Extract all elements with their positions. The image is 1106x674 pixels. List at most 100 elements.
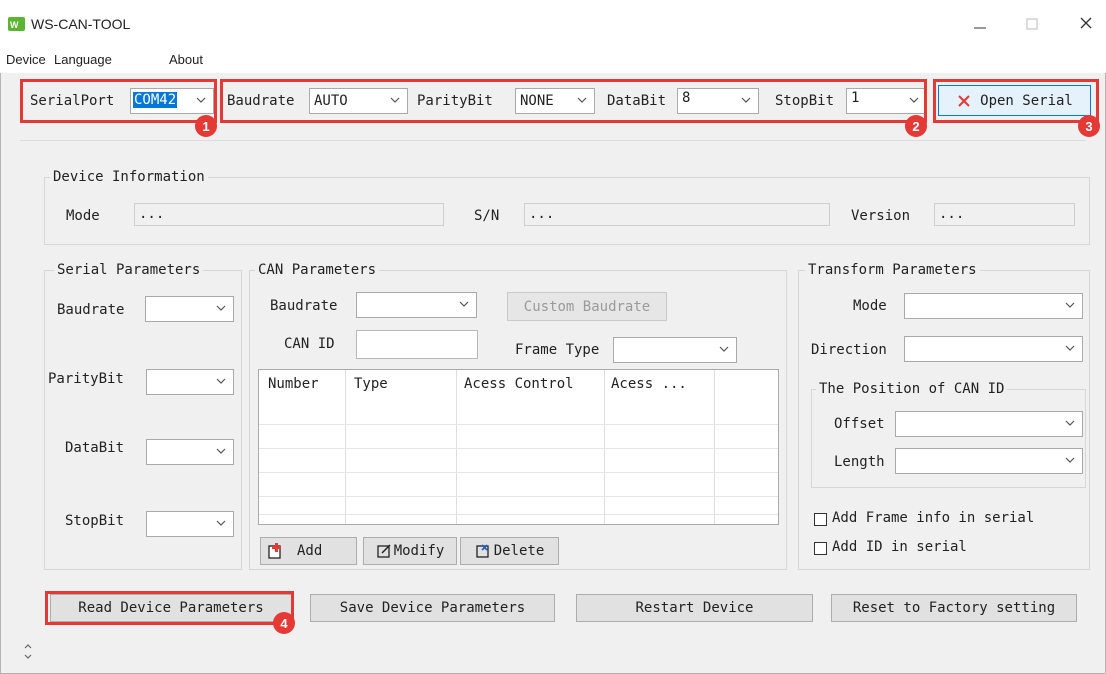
frame-type-select[interactable]: [613, 337, 737, 363]
serial-parameters-legend: Serial Parameters: [54, 262, 204, 278]
transform-mode-select[interactable]: [904, 293, 1083, 319]
chevron-down-icon: [1065, 420, 1075, 426]
add-id-checkbox[interactable]: [814, 542, 827, 555]
offset-select[interactable]: [895, 411, 1083, 437]
minimize-icon[interactable]: [968, 14, 992, 34]
row-divider: [259, 472, 778, 473]
modify-button[interactable]: Modify: [363, 537, 457, 565]
serial-baudrate-label: Baudrate: [57, 302, 125, 318]
column-header-number[interactable]: Number: [268, 376, 319, 392]
can-id-input[interactable]: [356, 330, 478, 359]
chevron-down-icon: [1065, 457, 1075, 463]
toolbar-divider: [20, 140, 1086, 141]
highlight-box-4: [45, 591, 294, 625]
can-baudrate-label: Baudrate: [270, 298, 338, 314]
custom-baudrate-label: Custom Baudrate: [523, 298, 651, 315]
row-divider: [259, 448, 778, 449]
column-header-access-control[interactable]: Acess Control: [464, 376, 574, 392]
title-bar: [0, 0, 1106, 46]
row-divider: [259, 424, 778, 425]
reset-factory-label: Reset to Factory setting: [852, 600, 1056, 616]
mode-field: ...: [134, 203, 444, 226]
chevron-down-icon: [1065, 302, 1075, 308]
step-badge-3: 3: [1078, 115, 1100, 137]
chevron-down-icon: [216, 305, 226, 311]
chevron-down-icon: [216, 520, 226, 526]
save-device-parameters-label: Save Device Parameters: [339, 600, 526, 616]
can-id-label: CAN ID: [284, 336, 335, 352]
add-id-label[interactable]: Add ID in serial: [832, 539, 967, 555]
step-badge-1: 1: [195, 115, 217, 137]
serial-paritybit-select[interactable]: [146, 369, 234, 395]
direction-select[interactable]: [904, 336, 1083, 362]
chevron-down-icon: [719, 346, 729, 352]
window-title: WS-CAN-TOOL: [31, 16, 131, 32]
highlight-box-2: [220, 79, 927, 123]
offset-label: Offset: [834, 416, 885, 432]
serial-databit-label: DataBit: [65, 440, 125, 456]
sn-value: ...: [529, 206, 555, 222]
delete-button[interactable]: Delete: [460, 537, 559, 565]
sn-field: ...: [524, 203, 830, 226]
can-baudrate-select[interactable]: [356, 292, 477, 318]
serial-databit-select[interactable]: [146, 439, 234, 465]
add-frame-info-checkbox[interactable]: [814, 513, 827, 526]
close-icon[interactable]: [1074, 14, 1098, 34]
length-label: Length: [834, 454, 885, 470]
can-id-table[interactable]: Number Type Acess Control Acess ...: [258, 369, 779, 525]
step-badge-2: 2: [905, 115, 927, 137]
version-field: ...: [934, 203, 1075, 226]
add-button[interactable]: Add: [260, 537, 357, 565]
restart-device-label: Restart Device: [635, 600, 754, 616]
svg-text:W: W: [10, 20, 19, 30]
step-badge-4: 4: [273, 612, 295, 634]
serial-paritybit-label: ParityBit: [48, 371, 124, 387]
chevron-down-icon: [1065, 345, 1075, 351]
serial-stopbit-label: StopBit: [65, 513, 125, 529]
add-frame-info-label[interactable]: Add Frame info in serial: [832, 510, 1034, 526]
app-logo-icon: W: [8, 17, 25, 31]
length-select[interactable]: [895, 448, 1083, 474]
version-value: ...: [939, 206, 965, 222]
modify-label: Modify: [393, 543, 445, 559]
column-header-access-more[interactable]: Acess ...: [611, 376, 687, 392]
column-divider: [714, 370, 715, 524]
highlight-box-1: [20, 79, 217, 123]
row-divider: [259, 514, 778, 515]
reset-factory-button[interactable]: Reset to Factory setting: [831, 594, 1077, 622]
chevron-down-icon: [216, 378, 226, 384]
chevron-down-icon: [459, 301, 469, 307]
transform-parameters-legend: Transform Parameters: [805, 262, 980, 278]
restart-device-button[interactable]: Restart Device: [576, 594, 813, 622]
column-divider: [604, 370, 605, 524]
menu-language[interactable]: Language: [54, 52, 112, 67]
serial-baudrate-select[interactable]: [145, 296, 234, 322]
can-parameters-legend: CAN Parameters: [255, 262, 380, 278]
device-information-legend: Device Information: [50, 169, 208, 185]
frame-type-label: Frame Type: [515, 342, 600, 358]
modify-icon: [377, 544, 391, 558]
serial-stopbit-select[interactable]: [146, 511, 234, 537]
maximize-icon[interactable]: [1020, 14, 1044, 34]
column-header-type[interactable]: Type: [354, 376, 388, 392]
menu-about[interactable]: About: [169, 52, 203, 67]
custom-baudrate-button[interactable]: Custom Baudrate: [507, 292, 667, 321]
highlight-box-3: [933, 79, 1099, 123]
add-icon: [268, 543, 281, 559]
column-divider: [345, 370, 346, 524]
menu-device[interactable]: Device: [6, 52, 46, 67]
transform-mode-label: Mode: [853, 298, 887, 314]
can-id-position-legend: The Position of CAN ID: [816, 381, 1008, 397]
chevron-down-icon: [216, 448, 226, 454]
sn-label: S/N: [474, 208, 500, 224]
mode-label: Mode: [66, 208, 100, 224]
row-divider: [259, 496, 778, 497]
delete-icon: [476, 544, 489, 558]
add-label: Add: [297, 543, 323, 559]
scroll-updown-icon[interactable]: [22, 640, 34, 664]
save-device-parameters-button[interactable]: Save Device Parameters: [310, 594, 555, 622]
version-label: Version: [851, 208, 911, 224]
menu-bar: [0, 46, 1106, 73]
column-divider: [456, 370, 457, 524]
direction-label: Direction: [811, 342, 887, 358]
